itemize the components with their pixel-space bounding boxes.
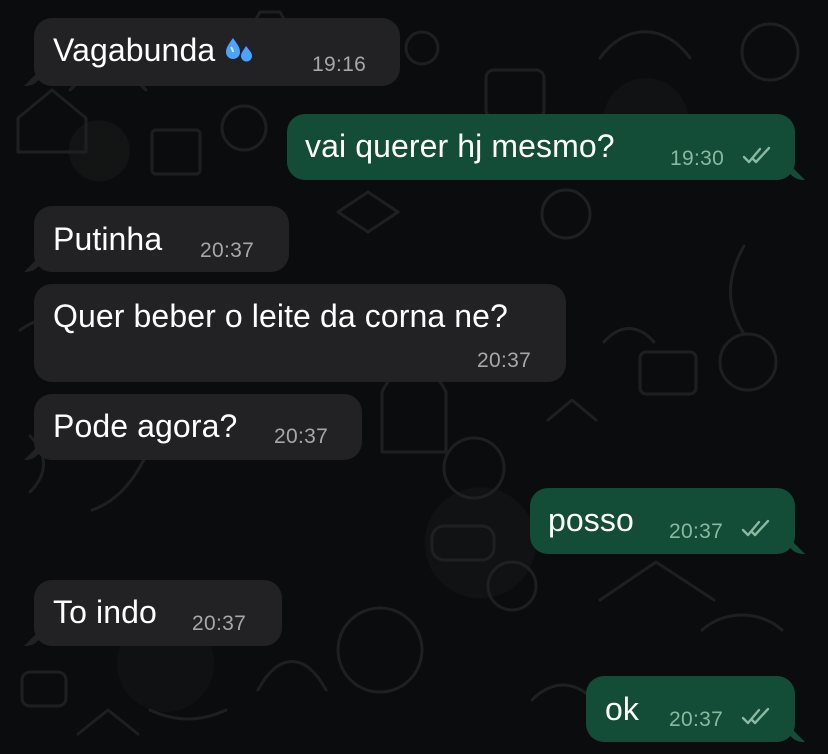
message-text-content: Vagabunda bbox=[53, 32, 216, 68]
message-text: ok bbox=[605, 691, 639, 727]
message-timestamp: 19:16 bbox=[312, 53, 367, 76]
message-timestamp: 20:37 bbox=[200, 239, 255, 262]
message-text: Vagabunda bbox=[53, 32, 255, 68]
message-timestamp: 20:37 bbox=[274, 425, 329, 448]
incoming-message[interactable]: Putinha 20:37 bbox=[34, 206, 289, 272]
message-timestamp: 20:37 bbox=[669, 520, 724, 543]
outgoing-message[interactable]: ok 20:37 bbox=[586, 676, 795, 742]
chat-thread[interactable]: Vagabunda 19:16 vai querer hj mesmo? 19:… bbox=[0, 0, 828, 754]
read-receipt-icon bbox=[742, 146, 771, 164]
message-timestamp: 20:37 bbox=[669, 708, 724, 731]
message-text: vai querer hj mesmo? bbox=[305, 128, 615, 164]
outgoing-message[interactable]: posso 20:37 bbox=[530, 488, 795, 554]
message-timestamp: 20:37 bbox=[192, 612, 247, 635]
message-text: Putinha bbox=[53, 221, 163, 257]
sweat-droplets-icon bbox=[226, 38, 253, 62]
read-receipt-icon bbox=[741, 519, 770, 537]
message-text: To indo bbox=[53, 594, 157, 630]
incoming-message[interactable]: To indo 20:37 bbox=[34, 580, 282, 646]
read-receipt-icon bbox=[741, 707, 770, 725]
incoming-message[interactable]: Vagabunda 19:16 bbox=[34, 18, 400, 86]
message-text: Quer beber o leite da corna ne? bbox=[53, 298, 508, 334]
message-text: posso bbox=[548, 502, 634, 538]
incoming-message[interactable]: Pode agora? 20:37 bbox=[34, 394, 362, 460]
message-text: Pode agora? bbox=[53, 408, 238, 444]
message-timestamp: 20:37 bbox=[477, 349, 532, 372]
message-timestamp: 19:30 bbox=[670, 147, 725, 170]
outgoing-message[interactable]: vai querer hj mesmo? 19:30 bbox=[287, 114, 795, 180]
incoming-message[interactable]: Quer beber o leite da corna ne? 20:37 bbox=[34, 284, 566, 382]
